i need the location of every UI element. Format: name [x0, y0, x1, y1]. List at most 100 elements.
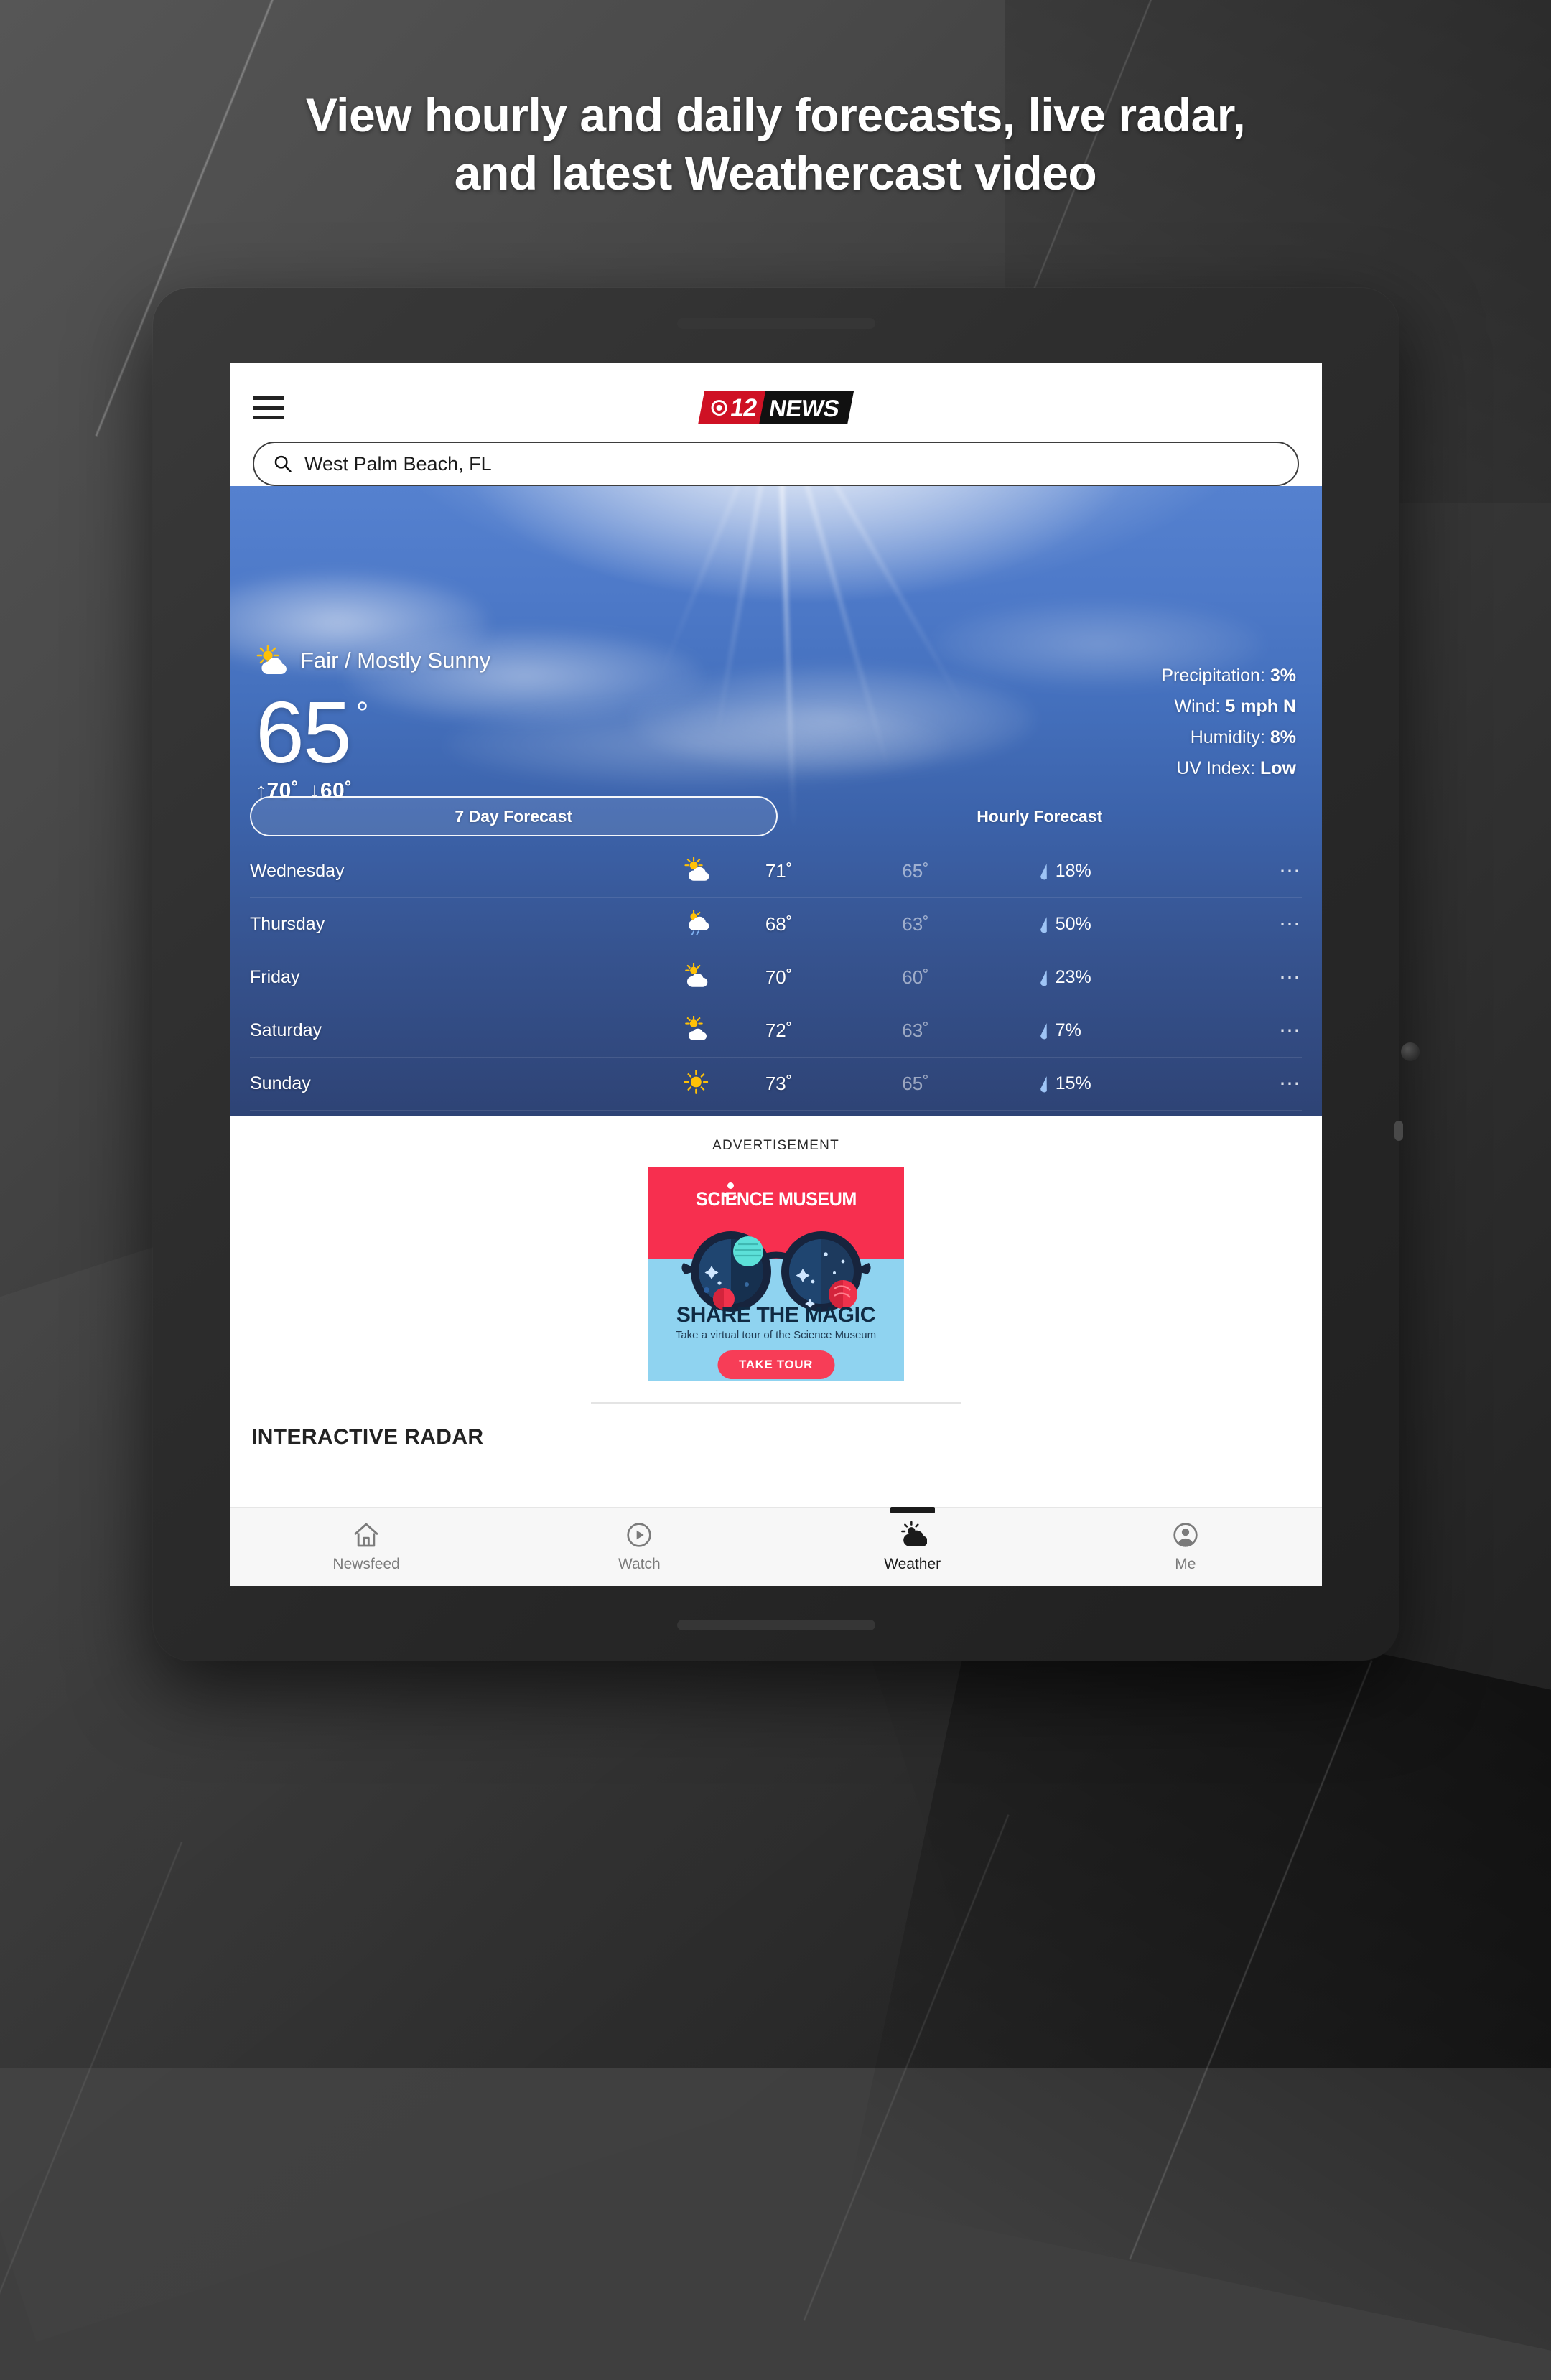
app-header: 12 NEWS West Palm Beach, FL	[230, 363, 1322, 486]
stat-value: 3%	[1270, 666, 1296, 686]
forecast-pop-value: 18%	[1055, 861, 1091, 881]
stat-wind: Wind: 5 mph N	[1161, 696, 1296, 717]
stat-precipitation: Precipitation: 3%	[1161, 666, 1296, 686]
app-header-top-row: 12 NEWS	[253, 381, 1299, 434]
search-input[interactable]: West Palm Beach, FL	[253, 442, 1299, 486]
stat-humidity: Humidity: 8%	[1161, 727, 1296, 748]
raindrop-icon	[1040, 863, 1047, 879]
forecast-day: Thursday	[250, 914, 325, 934]
current-stats-list: Precipitation: 3% Wind: 5 mph N Humidity…	[1161, 666, 1296, 789]
nav-item-me[interactable]: Me	[1049, 1508, 1322, 1586]
take-tour-button[interactable]: TAKE TOUR	[717, 1350, 834, 1379]
current-conditions-block: Fair / Mostly Sunny 65 ° ↑70˚ ↓60˚	[230, 486, 1322, 803]
forecast-precipitation: 7%	[1039, 1020, 1218, 1041]
current-temperature-block: 65 °	[256, 683, 1296, 781]
current-condition-row: Fair / Mostly Sunny	[256, 645, 1296, 676]
forecast-high: 71˚	[765, 860, 793, 882]
forecast-pop-value: 23%	[1055, 967, 1091, 987]
sun-behind-cloud-icon	[628, 963, 765, 992]
table-row[interactable]: Sunday 73˚ 65˚ 15% ⋯	[250, 1058, 1302, 1111]
forecast-pop-value: 15%	[1055, 1073, 1091, 1093]
stat-label: Humidity:	[1190, 727, 1265, 747]
nav-item-watch[interactable]: Watch	[503, 1508, 776, 1586]
forecast-high: 72˚	[765, 1019, 793, 1041]
logo-number: 12	[728, 394, 758, 421]
forecast-low: 65˚	[902, 860, 929, 882]
sun-behind-small-cloud-icon	[628, 1015, 765, 1045]
stat-label: Precipitation:	[1161, 666, 1265, 686]
promo-headline-line-1: View hourly and daily forecasts, live ra…	[305, 88, 1246, 141]
forecast-day: Saturday	[250, 1020, 322, 1040]
tab-7-day-forecast[interactable]: 7 Day Forecast	[250, 796, 778, 836]
account-circle-icon	[1173, 1523, 1198, 1547]
row-overflow-menu[interactable]: ⋯	[1218, 912, 1302, 937]
current-condition-label: Fair / Mostly Sunny	[300, 648, 491, 673]
tab-hourly-forecast[interactable]: Hourly Forecast	[778, 796, 1303, 836]
promo-headline: View hourly and daily forecasts, live ra…	[0, 86, 1551, 202]
row-overflow-menu[interactable]: ⋯	[1218, 1018, 1302, 1043]
stat-value: Low	[1260, 758, 1296, 778]
raindrop-icon	[1040, 1075, 1047, 1092]
promo-headline-line-2: and latest Weathercast video	[454, 146, 1097, 200]
forecast-high: 68˚	[765, 913, 793, 935]
forecast-low: 65˚	[902, 1073, 929, 1094]
row-overflow-menu[interactable]: ⋯	[1218, 1071, 1302, 1096]
nav-item-newsfeed[interactable]: Newsfeed	[230, 1508, 503, 1586]
logo-red-block: 12	[697, 391, 767, 424]
current-temperature: 65	[256, 683, 352, 781]
advertisement-banner[interactable]: SCIENCE MUSEUM SHARE THE MAGIC Take a vi…	[648, 1167, 904, 1381]
forecast-day: Sunday	[250, 1073, 311, 1093]
forecast-low: 63˚	[902, 913, 929, 935]
cbs-eye-icon	[711, 400, 727, 416]
forecast-day: Wednesday	[250, 861, 345, 881]
table-row[interactable]: Friday 70˚ 60˚ 23% ⋯	[250, 951, 1302, 1004]
ad-brand-title: SCIENCE MUSEUM	[695, 1188, 857, 1210]
forecast-day: Friday	[250, 967, 300, 987]
advertisement-label: ADVERTISEMENT	[712, 1138, 839, 1153]
table-row[interactable]: Saturday 72˚ 63˚ 7% ⋯	[250, 1004, 1302, 1058]
forecast-precipitation: 50%	[1039, 914, 1218, 935]
nav-item-weather[interactable]: Weather	[776, 1507, 1049, 1586]
seven-day-forecast-list: Wednesday 71˚ 65˚ 18% ⋯ Thursday 68˚ 63˚…	[230, 845, 1322, 1116]
stat-value: 5 mph N	[1225, 696, 1296, 717]
weather-hero-panel: Fair / Mostly Sunny 65 ° ↑70˚ ↓60˚ Precipi…	[230, 486, 1322, 1116]
logo-black-block: NEWS	[759, 391, 854, 424]
forecast-precipitation: 18%	[1039, 861, 1218, 882]
scroll-content: ADVERTISEMENT SCIENCE MUSEUM SHARE THE M…	[230, 1116, 1322, 1586]
forecast-high: 73˚	[765, 1073, 793, 1094]
table-row[interactable]: Wednesday 71˚ 65˚ 18% ⋯	[250, 845, 1302, 898]
backdrop-light-streak	[0, 1841, 183, 2309]
forecast-high: 70˚	[765, 966, 793, 988]
ad-headline: SHARE THE MAGIC	[676, 1303, 876, 1327]
stat-uv-index: UV Index: Low	[1161, 758, 1296, 779]
ad-subtext: Take a virtual tour of the Science Museu…	[675, 1329, 877, 1341]
nav-label: Watch	[618, 1556, 661, 1572]
nav-label: Weather	[884, 1556, 941, 1572]
forecast-pop-value: 50%	[1055, 914, 1091, 934]
row-overflow-menu[interactable]: ⋯	[1218, 859, 1302, 884]
interactive-radar-section-title: INTERACTIVE RADAR	[251, 1425, 484, 1449]
raindrop-icon	[1040, 969, 1047, 986]
sun-behind-rain-cloud-icon	[628, 910, 765, 939]
forecast-low: 63˚	[902, 1019, 929, 1041]
table-row[interactable]: Monday 68˚ 59˚	[250, 1111, 1302, 1116]
search-icon	[274, 455, 292, 472]
app-screen: 12 NEWS West Palm Beach, FL Fair / Mostl…	[230, 363, 1322, 1586]
forecast-precipitation: 23%	[1039, 967, 1218, 988]
stat-label: UV Index:	[1176, 758, 1256, 778]
nav-label: Newsfeed	[332, 1556, 400, 1572]
backdrop-light-streak	[1128, 1660, 1374, 2260]
table-row[interactable]: Thursday 68˚ 63˚ 50% ⋯	[250, 898, 1302, 951]
logo-word: NEWS	[767, 394, 842, 421]
hamburger-menu-icon[interactable]	[253, 396, 284, 419]
tablet-side-button	[1394, 1121, 1403, 1141]
bottom-navigation-bar: Newsfeed Watch Weather Me	[230, 1507, 1322, 1586]
play-circle-icon	[627, 1523, 652, 1547]
stat-value: 8%	[1270, 727, 1296, 747]
space-glasses-icon	[681, 1231, 871, 1312]
row-overflow-menu[interactable]: ⋯	[1218, 965, 1302, 990]
tablet-speaker-bottom	[676, 1620, 875, 1630]
forecast-low: 60˚	[902, 966, 929, 988]
nav-label: Me	[1175, 1556, 1196, 1572]
stat-label: Wind:	[1174, 696, 1221, 717]
